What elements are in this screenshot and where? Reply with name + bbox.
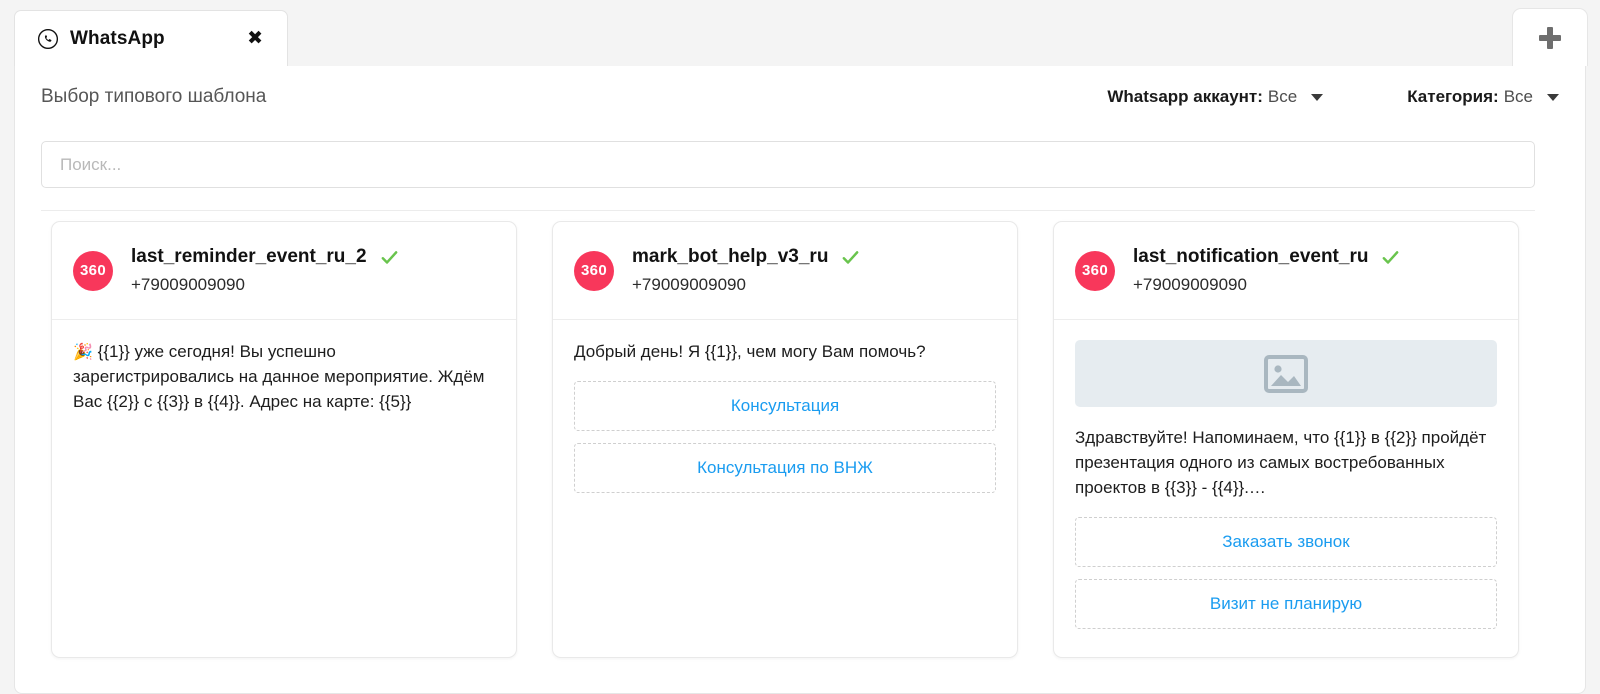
card-title-row: last_reminder_event_ru_2: [131, 246, 399, 268]
chevron-down-icon: [1311, 94, 1323, 101]
template-body-copy: Здравствуйте! Напоминаем, что {{1}} в {{…: [1075, 428, 1491, 497]
brand-360-avatar: 360: [574, 251, 614, 291]
filter-value: Все: [1504, 87, 1533, 107]
app-root: WhatsApp ✖ Выбор типового шаблона Whatsa…: [0, 0, 1600, 694]
chevron-down-icon: [1547, 94, 1559, 101]
image-icon: [1264, 355, 1308, 393]
card-header: 360 last_notification_event_ru +79009009…: [1054, 222, 1518, 320]
whatsapp-icon: [37, 28, 59, 50]
quick-reply-button[interactable]: Визит не планирую: [1075, 579, 1497, 629]
new-tab-button[interactable]: [1512, 8, 1588, 66]
tab-whatsapp[interactable]: WhatsApp ✖: [14, 10, 288, 66]
template-card-list: 360 last_reminder_event_ru_2 +7900900909…: [51, 221, 1551, 658]
account-phone: +79009009090: [1133, 275, 1400, 295]
template-card[interactable]: 360 last_reminder_event_ru_2 +7900900909…: [51, 221, 517, 658]
account-phone: +79009009090: [131, 275, 399, 295]
filter-group: Whatsapp аккаунт: Все Категория: Все: [1107, 87, 1559, 107]
search-container: [41, 141, 1535, 188]
quick-reply-buttons: Заказать звонок Визит не планирую: [1075, 517, 1497, 629]
template-body-text: 🎉 {{1}} уже сегодня! Вы успешно зарегист…: [73, 340, 495, 415]
template-card[interactable]: 360 last_notification_event_ru +79009009…: [1053, 221, 1519, 658]
close-icon[interactable]: ✖: [243, 27, 267, 50]
card-header: 360 mark_bot_help_v3_ru +79009009090: [553, 222, 1017, 320]
account-phone: +79009009090: [632, 275, 860, 295]
tab-strip: WhatsApp ✖: [0, 0, 1600, 66]
brand-360-avatar: 360: [73, 251, 113, 291]
template-name: last_notification_event_ru: [1133, 246, 1368, 268]
template-body-copy: Добрый день! Я {{1}}, чем могу Вам помоч…: [574, 342, 926, 361]
template-card[interactable]: 360 mark_bot_help_v3_ru +79009009090 Доб…: [552, 221, 1018, 658]
card-title-row: last_notification_event_ru: [1133, 246, 1400, 268]
card-header-text: last_notification_event_ru +79009009090: [1133, 246, 1400, 295]
quick-reply-button[interactable]: Консультация по ВНЖ: [574, 443, 996, 493]
card-body: 🎉 {{1}} уже сегодня! Вы успешно зарегист…: [52, 320, 516, 657]
verified-check-icon: [380, 248, 399, 267]
page-title: Выбор типового шаблона: [41, 86, 266, 108]
quick-reply-button[interactable]: Консультация: [574, 381, 996, 431]
tab-label: WhatsApp: [70, 28, 165, 50]
quick-reply-buttons: Консультация Консультация по ВНЖ: [574, 381, 996, 493]
filter-value: Все: [1268, 87, 1297, 107]
party-popper-emoji: 🎉: [73, 344, 93, 361]
media-placeholder: [1075, 340, 1497, 407]
filter-category[interactable]: Категория: Все: [1407, 87, 1559, 107]
template-body-text: Здравствуйте! Напоминаем, что {{1}} в {{…: [1075, 426, 1497, 501]
panel-header: Выбор типового шаблона Whatsapp аккаунт:…: [15, 66, 1587, 128]
search-input[interactable]: [41, 141, 1535, 188]
filter-whatsapp-account[interactable]: Whatsapp аккаунт: Все: [1107, 87, 1323, 107]
template-body-text: Добрый день! Я {{1}}, чем могу Вам помоч…: [574, 340, 996, 365]
verified-check-icon: [1381, 248, 1400, 267]
section-divider: [41, 210, 1535, 211]
quick-reply-button[interactable]: Заказать звонок: [1075, 517, 1497, 567]
filter-label: Whatsapp аккаунт:: [1107, 87, 1263, 107]
template-name: last_reminder_event_ru_2: [131, 246, 367, 268]
card-header-text: last_reminder_event_ru_2 +79009009090: [131, 246, 399, 295]
template-name: mark_bot_help_v3_ru: [632, 246, 828, 268]
filter-label: Категория:: [1407, 87, 1498, 107]
card-body: Здравствуйте! Напоминаем, что {{1}} в {{…: [1054, 320, 1518, 657]
card-title-row: mark_bot_help_v3_ru: [632, 246, 860, 268]
verified-check-icon: [841, 248, 860, 267]
card-header: 360 last_reminder_event_ru_2 +7900900909…: [52, 222, 516, 320]
card-body: Добрый день! Я {{1}}, чем могу Вам помоч…: [553, 320, 1017, 657]
content-panel: Выбор типового шаблона Whatsapp аккаунт:…: [14, 66, 1586, 694]
brand-360-avatar: 360: [1075, 251, 1115, 291]
plus-icon: [1539, 27, 1561, 49]
card-header-text: mark_bot_help_v3_ru +79009009090: [632, 246, 860, 295]
template-body-copy: {{1}} уже сегодня! Вы успешно зарегистри…: [73, 342, 489, 411]
